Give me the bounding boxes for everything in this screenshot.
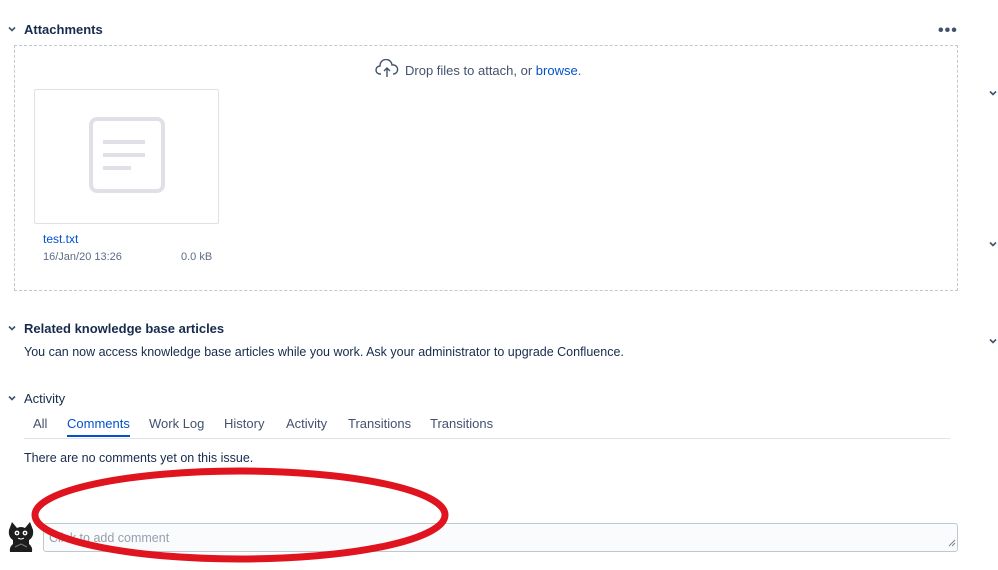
resize-handle-icon[interactable] (947, 535, 956, 550)
attachments-collapse-chevron-icon[interactable] (6, 23, 18, 35)
activity-title: Activity (24, 391, 66, 406)
cloud-upload-icon (375, 58, 399, 82)
tab-all[interactable]: All (33, 416, 47, 435)
drop-hint-suffix: . (577, 63, 582, 78)
no-comments-message: There are no comments yet on this issue. (24, 451, 254, 465)
tab-transitions[interactable]: Transitions (348, 416, 411, 435)
activity-collapse-chevron-icon[interactable] (6, 392, 18, 404)
side-panel-chevron-icon[interactable] (987, 87, 998, 99)
knowledge-collapse-chevron-icon[interactable] (6, 322, 18, 334)
tab-work-log[interactable]: Work Log (149, 416, 204, 435)
tab-activity[interactable]: Activity (286, 416, 327, 435)
attachments-title: Attachments (24, 22, 103, 37)
attachments-more-options-button[interactable]: ••• (938, 22, 958, 40)
document-icon (88, 117, 165, 196)
attachment-filename-link[interactable]: test.txt (43, 232, 78, 246)
drop-hint-text: Drop files to attach, or (405, 63, 536, 78)
user-avatar (6, 520, 36, 554)
knowledge-message: You can now access knowledge base articl… (24, 345, 624, 359)
add-comment-field[interactable]: Click to add comment (43, 523, 958, 552)
tab-transitions-2[interactable]: Transitions (430, 416, 493, 435)
side-panel-chevron-icon[interactable] (987, 335, 998, 347)
drop-hint: Drop files to attach, or browse. (375, 58, 582, 82)
attachment-date: 16/Jan/20 13:26 (43, 251, 122, 263)
knowledge-title: Related knowledge base articles (24, 321, 225, 336)
activity-tabs: All Comments Work Log History Activity T… (24, 416, 950, 439)
tab-history[interactable]: History (224, 416, 264, 435)
comment-placeholder: Click to add comment (49, 531, 170, 545)
tab-comments[interactable]: Comments (67, 416, 130, 437)
browse-link[interactable]: browse (536, 63, 578, 78)
side-panel-chevron-icon[interactable] (987, 238, 998, 250)
attachment-size: 0.0 kB (181, 251, 213, 263)
attachment-thumbnail[interactable] (34, 89, 219, 224)
